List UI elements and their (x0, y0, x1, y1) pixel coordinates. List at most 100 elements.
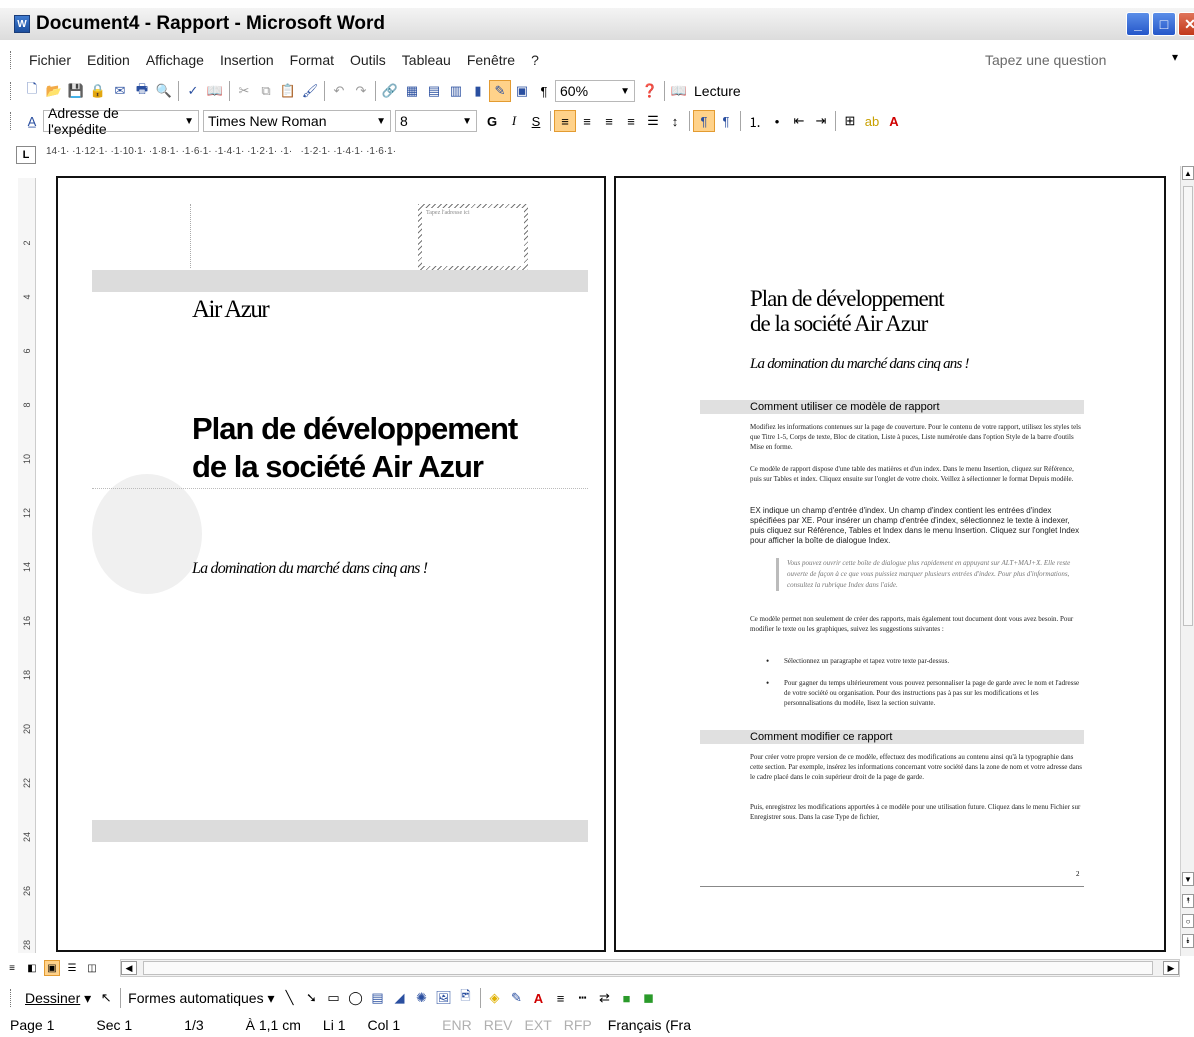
previous-page-icon[interactable]: ⯭ (1182, 894, 1194, 908)
email-icon[interactable]: ✉ (109, 80, 131, 102)
style-select[interactable]: Adresse de l'expédite ▼ (43, 105, 199, 137)
print-layout-icon[interactable]: ▣ (44, 960, 60, 976)
rtl-direction-icon[interactable]: ¶ (715, 110, 737, 132)
horizontal-ruler[interactable]: 14·1· ·1·12·1· ·1·10·1· ·1·8·1· ·1·6·1· … (46, 146, 606, 162)
clip-art-icon[interactable]: 🖼 (433, 987, 455, 1009)
page2-subtitle[interactable]: La domination du marché dans cinq ans ! (750, 354, 980, 374)
status-track-changes[interactable]: REV (478, 1017, 519, 1033)
outline-view-icon[interactable]: ☰ (64, 960, 80, 976)
font-size-select[interactable]: 8 ▼ (395, 110, 477, 132)
horizontal-scrollbar[interactable]: ◀ ▶ (120, 959, 1180, 977)
show-hide-pilcrow-icon[interactable]: ¶ (533, 80, 555, 102)
line-spacing-icon[interactable]: ↕ (664, 110, 686, 132)
underline-button[interactable]: S (525, 110, 547, 132)
toolbar-grip[interactable] (10, 989, 13, 1007)
reading-mode-button[interactable]: Lecture (690, 83, 745, 99)
line-style-icon[interactable]: ≡ (550, 987, 572, 1009)
scroll-up-icon[interactable]: ▲ (1182, 166, 1194, 180)
new-document-icon[interactable]: 🗋 (21, 80, 43, 102)
menu-help[interactable]: ? (523, 52, 547, 68)
list-item[interactable]: Pour gagner du temps ultérieurement vous… (766, 678, 1084, 708)
menu-tableau[interactable]: Tableau (394, 52, 459, 68)
status-language[interactable]: Français (Fra (598, 1017, 703, 1033)
autoshapes-menu-button[interactable]: Formes automatiques ▾ (124, 990, 278, 1007)
cover-title[interactable]: Plan de développement de la société Air … (192, 410, 572, 486)
maximize-button[interactable]: □ (1152, 12, 1176, 36)
draw-menu-button[interactable]: Dessiner ▾ (21, 990, 95, 1007)
bold-button[interactable]: G (481, 110, 503, 132)
cover-subtitle[interactable]: La domination du marché dans cinq ans ! (192, 558, 442, 579)
vertical-scrollbar[interactable]: ▲ ▼ ⯭ ○ ⯯ (1180, 166, 1194, 956)
body-paragraph[interactable]: Ce modèle de rapport dispose d'une table… (750, 464, 1084, 484)
columns-icon[interactable]: ▮ (467, 80, 489, 102)
document-page-1[interactable]: Tapez l'adresse ici Air Azur Plan de dév… (56, 176, 606, 952)
drawing-icon[interactable]: ✎ (489, 80, 511, 102)
highlight-icon[interactable]: ab (861, 110, 883, 132)
zoom-select[interactable]: 60% ▼ (555, 80, 635, 102)
section-heading-1[interactable]: Comment utiliser ce modèle de rapport (700, 400, 1084, 414)
insert-picture-icon[interactable]: 🖻 (455, 987, 477, 1009)
scroll-thumb[interactable] (143, 961, 1153, 975)
help-dropdown-arrow-icon[interactable]: ▾ (1172, 50, 1178, 64)
font-color-icon[interactable]: A (528, 987, 550, 1009)
section-heading-2[interactable]: Comment modifier ce rapport (700, 730, 1084, 744)
menu-insertion[interactable]: Insertion (212, 52, 282, 68)
line-color-icon[interactable]: ✎ (506, 987, 528, 1009)
text-box-icon[interactable]: ▤ (367, 987, 389, 1009)
scroll-thumb[interactable] (1183, 186, 1193, 626)
spelling-icon[interactable]: ✓ (182, 80, 204, 102)
menu-outils[interactable]: Outils (342, 52, 394, 68)
normal-view-icon[interactable]: ≡ (4, 960, 20, 976)
minimize-button[interactable]: _ (1126, 12, 1150, 36)
paste-icon[interactable]: 📋 (277, 80, 299, 102)
status-record-macro[interactable]: ENR (412, 1017, 478, 1033)
body-paragraph[interactable]: EX indique un champ d'entrée d'index. Un… (750, 506, 1084, 546)
select-objects-icon[interactable]: ↖ (95, 987, 117, 1009)
3d-style-icon[interactable]: ◼ (638, 987, 660, 1009)
bullets-icon[interactable]: • (766, 110, 788, 132)
styles-pane-icon[interactable]: A̲ (21, 110, 43, 132)
menu-edition[interactable]: Edition (79, 52, 138, 68)
dash-style-icon[interactable]: ┅ (572, 987, 594, 1009)
body-paragraph[interactable]: Puis, enregistrez les modifications appo… (750, 802, 1084, 822)
insert-table-icon[interactable]: ▤ (423, 80, 445, 102)
close-button[interactable]: ✕ (1178, 12, 1194, 36)
ltr-direction-icon[interactable]: ¶ (693, 110, 715, 132)
print-icon[interactable]: 🖶 (131, 80, 153, 102)
font-select[interactable]: Times New Roman ▼ (203, 110, 391, 132)
scroll-left-icon[interactable]: ◀ (121, 961, 137, 975)
research-icon[interactable]: 📖 (204, 80, 226, 102)
help-question-input[interactable]: Tapez une question (978, 50, 1158, 70)
rectangle-icon[interactable]: ▭ (323, 987, 345, 1009)
fill-color-icon[interactable]: ◈ (484, 987, 506, 1009)
distributed-icon[interactable]: ☰ (642, 110, 664, 132)
tab-selector-button[interactable]: L (16, 146, 36, 164)
arrow-style-icon[interactable]: ⇄ (594, 987, 616, 1009)
open-folder-icon[interactable]: 📂 (43, 80, 65, 102)
page2-title[interactable]: Plan de développement de la société Air … (750, 286, 945, 336)
status-overtype[interactable]: RFP (558, 1017, 598, 1033)
copy-icon[interactable]: ⧉ (255, 80, 277, 102)
undo-icon[interactable]: ↶ (328, 80, 350, 102)
decrease-indent-icon[interactable]: ⇤ (788, 110, 810, 132)
save-icon[interactable]: 💾 (65, 80, 87, 102)
toolbar-grip[interactable] (10, 51, 13, 69)
borders-icon[interactable]: ⊞ (839, 110, 861, 132)
body-paragraph[interactable]: Pour créer votre propre version de ce mo… (750, 752, 1084, 782)
justify-icon[interactable]: ≡ (620, 110, 642, 132)
document-map-icon[interactable]: ▣ (511, 80, 533, 102)
align-right-icon[interactable]: ≡ (598, 110, 620, 132)
scroll-down-icon[interactable]: ▼ (1182, 872, 1194, 886)
font-color-icon[interactable]: A (883, 110, 905, 132)
browse-object-icon[interactable]: ○ (1182, 914, 1194, 928)
status-extend-selection[interactable]: EXT (519, 1017, 558, 1033)
italic-button[interactable]: I (503, 110, 525, 132)
web-layout-icon[interactable]: ◧ (24, 960, 40, 976)
help-icon[interactable]: ❓ (639, 80, 661, 102)
menu-format[interactable]: Format (282, 52, 342, 68)
redo-icon[interactable]: ↷ (350, 80, 372, 102)
align-left-icon[interactable]: ≡ (554, 110, 576, 132)
wordart-icon[interactable]: ◢ (389, 987, 411, 1009)
hyperlink-icon[interactable]: 🔗 (379, 80, 401, 102)
line-icon[interactable]: ╲ (279, 987, 301, 1009)
